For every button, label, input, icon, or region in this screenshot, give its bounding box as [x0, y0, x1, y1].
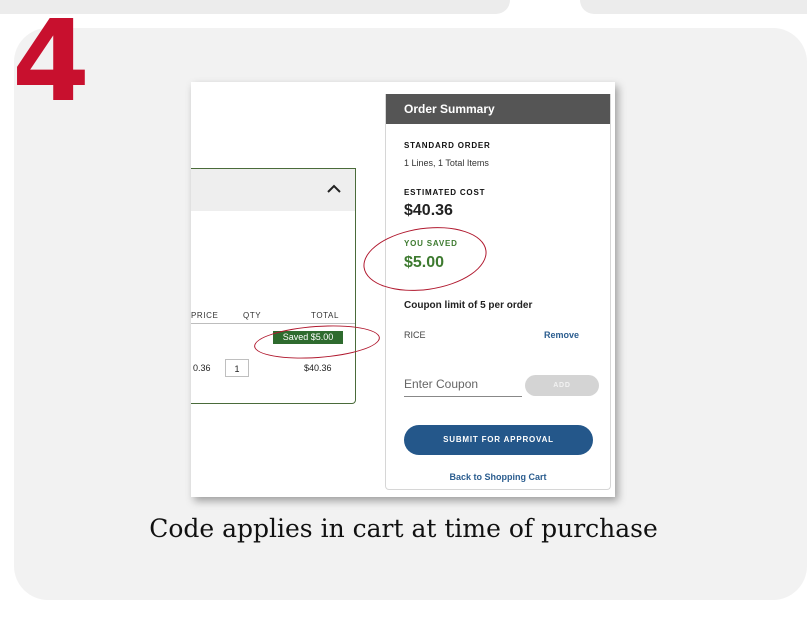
remove-coupon-link[interactable]: Remove	[544, 330, 579, 340]
order-summary-title: Order Summary	[386, 94, 610, 124]
column-header-price: PRICE	[191, 311, 219, 320]
add-coupon-button[interactable]: ADD	[525, 375, 599, 396]
lines-count-text: 1 Lines, 1 Total Items	[404, 158, 489, 168]
standard-order-label: STANDARD ORDER	[404, 141, 491, 150]
cart-panel-header[interactable]	[191, 169, 355, 211]
caption: Code applies in cart at time of purchase	[149, 514, 658, 543]
row-price: 0.36	[193, 363, 211, 373]
chevron-up-icon[interactable]	[323, 178, 345, 200]
step-number: 4	[12, 0, 90, 127]
submit-for-approval-button[interactable]: SUBMIT FOR APPROVAL	[404, 425, 593, 455]
top-right-decorative-bar	[580, 0, 807, 14]
back-to-cart-link[interactable]: Back to Shopping Cart	[386, 472, 610, 482]
coupon-limit-note: Coupon limit of 5 per order	[404, 300, 533, 311]
column-divider	[191, 323, 355, 324]
column-header-qty: QTY	[243, 311, 262, 320]
quantity-input[interactable]: 1	[225, 359, 249, 377]
cart-panel: PRICE QTY TOTAL Saved $5.00 0.36 1 $40.3…	[191, 168, 356, 404]
estimated-cost-value: $40.36	[404, 202, 453, 219]
column-header-total: TOTAL	[311, 311, 340, 320]
estimated-cost-label: ESTIMATED COST	[404, 188, 486, 197]
row-total: $40.36	[304, 363, 332, 373]
applied-coupon-code: RICE	[404, 330, 426, 340]
coupon-input[interactable]: Enter Coupon	[404, 376, 522, 397]
order-summary-panel: Order Summary STANDARD ORDER 1 Lines, 1 …	[385, 94, 611, 490]
